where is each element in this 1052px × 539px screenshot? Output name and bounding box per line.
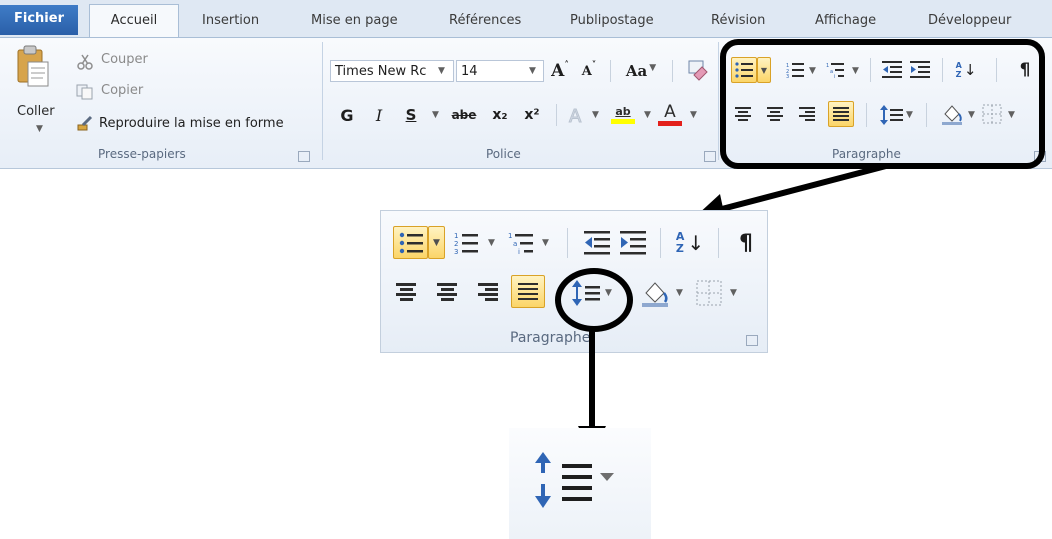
font-color-dropdown-arrow[interactable]: ▼ (690, 110, 697, 120)
superscript-button[interactable]: x² (520, 103, 544, 127)
tab-developer[interactable]: Développeur (928, 6, 1011, 36)
paragraph-highlight-frame (720, 39, 1045, 169)
divider (660, 228, 661, 258)
text-effects-icon[interactable]: A (566, 104, 588, 127)
shrink-font-glyph: A (581, 63, 592, 79)
zoom-align-center-icon[interactable] (437, 283, 457, 301)
divider (672, 60, 673, 82)
tab-view[interactable]: Affichage (815, 6, 876, 36)
change-case-button[interactable]: Aa ▼ (620, 60, 662, 82)
zoom-justify-button[interactable] (511, 275, 545, 308)
text-effects-dropdown-arrow[interactable]: ▼ (592, 110, 599, 120)
font-color-glyph: A (664, 101, 676, 122)
tab-insert[interactable]: Insertion (202, 6, 259, 36)
font-size-dropdown-arrow[interactable]: ▼ (529, 66, 536, 76)
font-group-label: Police (486, 147, 521, 161)
cut-button[interactable]: Couper (101, 52, 148, 67)
font-color-button[interactable]: A (656, 100, 684, 128)
clear-formatting-icon[interactable] (686, 59, 710, 83)
zoom-decrease-indent-icon[interactable] (584, 231, 610, 255)
line-spacing-icon-enlarged[interactable] (534, 452, 624, 508)
underline-dropdown-arrow[interactable]: ▼ (432, 110, 439, 120)
divider (567, 228, 568, 258)
grow-caret-icon: ˄ (564, 61, 569, 71)
svg-text:2: 2 (454, 240, 458, 248)
grow-font-button[interactable]: A ˄ (548, 60, 572, 82)
divider (610, 60, 611, 82)
grow-font-glyph: A (551, 61, 565, 81)
zoom-shading-icon[interactable] (640, 278, 670, 308)
paste-button[interactable]: Coller ▼ (10, 44, 58, 149)
zoom-numbering-dropdown-arrow[interactable]: ▼ (488, 238, 495, 248)
zoom-multilevel-dropdown-arrow[interactable]: ▼ (542, 238, 549, 248)
zoom-shading-dropdown-arrow[interactable]: ▼ (676, 288, 683, 298)
ribbon-tab-bar: Fichier Accueil Insertion Mise en page R… (0, 0, 1052, 39)
zoom-align-left-icon[interactable] (396, 283, 416, 301)
tab-review[interactable]: Révision (711, 6, 765, 36)
highlight-button[interactable]: ab (608, 100, 638, 128)
scissors-icon (77, 54, 93, 70)
tab-references[interactable]: Références (449, 6, 521, 36)
zoom-borders-dropdown-arrow[interactable]: ▼ (730, 288, 737, 298)
paste-dropdown-arrow[interactable]: ▼ (36, 124, 43, 134)
font-name-dropdown-arrow[interactable]: ▼ (438, 66, 445, 76)
zoom-sort-letter-z: Z (675, 242, 684, 255)
subscript-button[interactable]: x₂ (488, 103, 512, 127)
zoom-bullets-button[interactable] (393, 226, 428, 259)
zoom-increase-indent-icon[interactable] (620, 231, 646, 255)
paste-label: Coller (17, 104, 55, 119)
tab-file[interactable]: Fichier (0, 5, 78, 35)
tab-mailings[interactable]: Publipostage (570, 6, 654, 36)
highlight-color-bar (611, 118, 635, 124)
clipboard-group-label: Presse-papiers (98, 147, 186, 161)
strikethrough-button[interactable]: abe (448, 103, 480, 127)
svg-text:i: i (518, 248, 520, 254)
svg-text:a: a (513, 240, 517, 248)
svg-text:3: 3 (454, 248, 458, 254)
svg-text:1: 1 (454, 232, 458, 240)
font-name-field[interactable]: Times New Rc (330, 60, 454, 82)
zoom-bullets-dropdown-arrow[interactable]: ▼ (428, 226, 445, 259)
zoom-sort-arrow-icon: ↓ (687, 231, 705, 255)
tab-page-layout[interactable]: Mise en page (311, 6, 398, 36)
bold-button[interactable]: G (336, 103, 358, 127)
zoom-sort-button[interactable]: A Z ↓ (672, 227, 708, 259)
divider (556, 104, 557, 126)
zoom-borders-icon[interactable] (696, 280, 722, 306)
shrink-caret-icon: ˅ (591, 61, 597, 71)
tab-home[interactable]: Accueil (89, 4, 179, 39)
zoom-paragraph-dialog-launcher[interactable] (746, 335, 758, 346)
underline-button[interactable]: S (400, 103, 422, 127)
line-spacing-highlight-ring (555, 268, 633, 332)
clipboard-dialog-launcher[interactable] (298, 151, 310, 162)
zoom-sort-letters: A Z (676, 231, 685, 255)
zoom-bullets-icon (399, 232, 423, 253)
svg-text:A: A (569, 106, 582, 126)
zoom-multilevel-list-icon[interactable]: 1 a i (508, 232, 536, 254)
highlight-dropdown-arrow[interactable]: ▼ (644, 110, 651, 120)
format-painter-icon (77, 115, 93, 131)
change-case-glyph: Aa (625, 62, 648, 80)
paste-icon (17, 45, 49, 87)
divider (718, 228, 719, 258)
copy-icon (76, 84, 93, 100)
italic-button[interactable]: I (368, 103, 390, 127)
copy-button[interactable]: Copier (101, 83, 143, 98)
highlight-glyph: ab (615, 104, 631, 118)
font-color-bar (658, 120, 682, 126)
group-divider (718, 42, 719, 160)
zoom-numbering-icon[interactable]: 1 2 3 (454, 232, 480, 254)
zoom-align-right-icon[interactable] (478, 283, 498, 301)
format-painter-button[interactable]: Reproduire la mise en forme (99, 116, 284, 131)
svg-text:1: 1 (508, 232, 512, 240)
shrink-font-button[interactable]: A ˅ (578, 60, 600, 82)
change-case-arrow: ▼ (649, 63, 657, 73)
zoom-justify-icon (518, 282, 538, 301)
group-divider (322, 42, 323, 160)
zoom-show-formatting-button[interactable]: ¶ (732, 227, 760, 259)
